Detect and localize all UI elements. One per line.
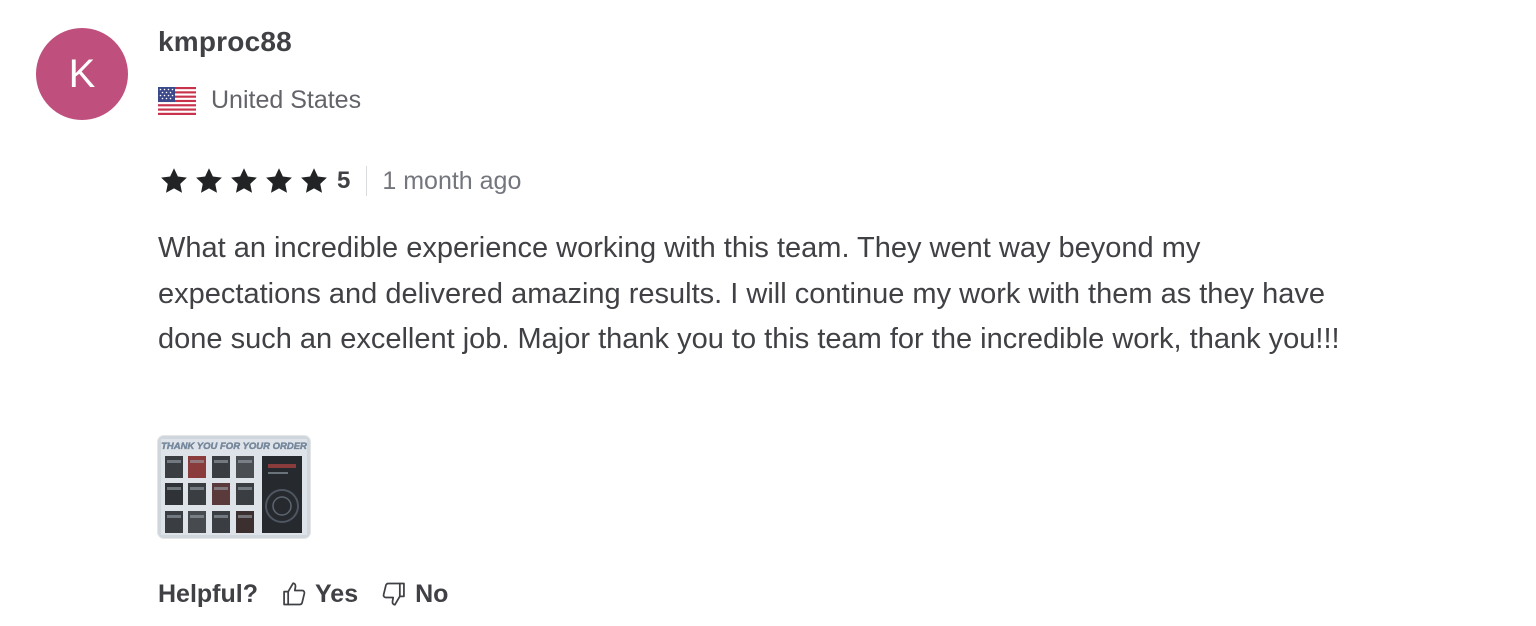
- rating-value: 5: [337, 167, 351, 194]
- helpful-yes-button[interactable]: Yes: [280, 580, 358, 609]
- avatar-initial: K: [68, 51, 96, 96]
- country-name: United States: [211, 86, 362, 114]
- star-icon: [196, 168, 222, 193]
- attachment-caption: THANK YOU FOR YOUR ORDER: [161, 441, 307, 452]
- helpful-no-label: No: [415, 579, 449, 608]
- star-rating: [158, 166, 330, 196]
- reviewer-country: United States: [158, 86, 361, 115]
- helpful-yes-label: Yes: [315, 579, 359, 608]
- attachment-image: THANK YOU FOR YOUR ORDER: [158, 436, 310, 538]
- review-time-ago: 1 month ago: [382, 166, 522, 195]
- star-icon: [161, 168, 187, 193]
- star-icon: [266, 168, 292, 193]
- review-attachment-thumbnail[interactable]: THANK YOU FOR YOUR ORDER: [158, 436, 310, 538]
- rating-row: 5 1 month ago: [158, 162, 521, 200]
- avatar[interactable]: K: [36, 28, 128, 120]
- reviewer-username[interactable]: kmproc88: [158, 26, 292, 58]
- thumbs-up-icon: [283, 582, 306, 606]
- helpful-no-button[interactable]: No: [380, 580, 448, 609]
- thumbs-down-icon: [382, 582, 405, 606]
- us-flag-icon: [158, 86, 196, 115]
- review-text: What an incredible experience working wi…: [158, 232, 1340, 355]
- rating-divider: [366, 166, 368, 196]
- star-icon: [301, 168, 327, 193]
- helpful-row: Helpful? Yes No: [158, 574, 470, 614]
- helpful-label: Helpful?: [158, 579, 258, 608]
- star-icon: [231, 168, 257, 193]
